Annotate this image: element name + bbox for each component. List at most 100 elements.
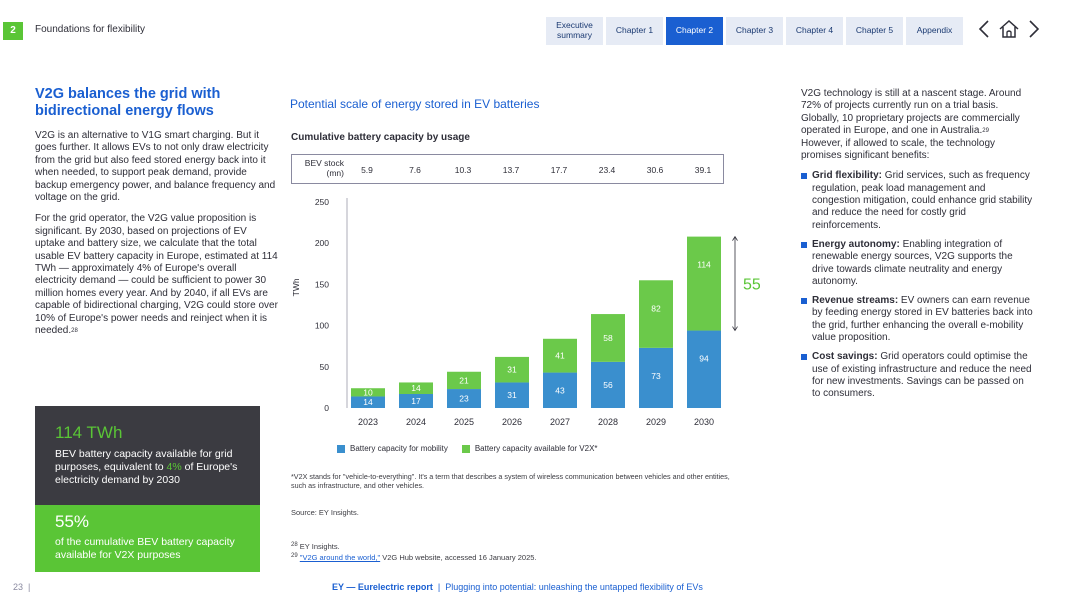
- footer-title: EY — Eurelectric report | Plugging into …: [332, 582, 703, 592]
- data-label-v2x: 114: [697, 260, 711, 270]
- bullet-title: Grid flexibility:: [812, 170, 883, 182]
- x-tick-label: 2029: [646, 417, 666, 427]
- paragraph-1: V2G is an alternative to V1G smart charg…: [35, 130, 276, 204]
- bev-stock-value: 17.7: [550, 165, 568, 175]
- stat-highlight: 4%: [166, 461, 182, 473]
- page-header: 2 Foundations for flexibility Executive …: [0, 0, 1080, 62]
- bev-stock-value: 10.3: [454, 165, 472, 175]
- bev-stock-row: BEV stock (mn) 5.9 7.6 10.3 13.7 17.7 23.4 30.…: [291, 154, 724, 184]
- chart-title: Potential scale of energy stored in EV b…: [290, 97, 540, 111]
- footnote-ref-29[interactable]: 29: [982, 128, 989, 134]
- tab-appendix[interactable]: Appendix: [906, 17, 963, 45]
- paragraph-2-text: For the grid operator, the V2G value pro…: [35, 213, 278, 337]
- stat-value-twh: 114 TWh: [55, 423, 123, 442]
- bullet-title: Revenue streams:: [812, 295, 899, 307]
- bev-stock-value: 23.4: [598, 165, 616, 175]
- y-tick-label: 200: [315, 238, 329, 248]
- bev-stock-value: 39.1: [694, 165, 712, 175]
- y-tick-label: 250: [315, 197, 329, 207]
- stat-box-percent: 55% of the cumulative BEV battery capaci…: [35, 505, 260, 572]
- right-intro: V2G technology is still at a nascent sta…: [801, 88, 1033, 162]
- section-heading: V2G balances the grid with bidirectional…: [35, 86, 221, 119]
- bev-stock-value: 5.9: [361, 165, 373, 175]
- footnote-ref-28[interactable]: 28: [71, 328, 78, 334]
- bullet-title: Cost savings:: [812, 351, 878, 363]
- legend-item-v2x: Battery capacity available for V2X*: [461, 444, 598, 453]
- chart-note: *V2X stands for "vehicle-to-everything".…: [291, 472, 730, 490]
- percent-callout: 55%: [743, 277, 760, 294]
- data-label-v2x: 21: [459, 375, 469, 385]
- bev-stock-label: BEV stock (mn): [304, 158, 344, 178]
- tab-chapter-4[interactable]: Chapter 4: [786, 17, 843, 45]
- data-label-v2x: 10: [363, 387, 373, 397]
- y-tick-label: 150: [315, 279, 329, 289]
- footnote-29-link[interactable]: "V2G around the world,": [300, 553, 380, 562]
- stat-box-twh: 114 TWh BEV battery capacity available f…: [35, 406, 260, 505]
- x-tick-label: 2024: [406, 417, 426, 427]
- page-number-value: 23: [13, 582, 24, 592]
- paragraph-2: For the grid operator, the V2G value pro…: [35, 213, 278, 337]
- data-label-v2x: 14: [411, 383, 421, 393]
- stacked-bar-chart: 050100150200250TWh1410202317142024232120…: [291, 197, 760, 427]
- bullet-revenue-streams: Revenue streams: EV owners can earn reve…: [801, 295, 1033, 344]
- x-tick-label: 2030: [694, 417, 714, 427]
- y-tick-label: 0: [324, 403, 329, 413]
- stat-text-percent: of the cumulative BEV battery capacity a…: [55, 536, 235, 561]
- bar-v2x: [687, 236, 721, 331]
- x-tick-label: 2027: [550, 417, 570, 427]
- section-title: Foundations for flexibility: [35, 24, 146, 35]
- x-tick-label: 2023: [358, 417, 378, 427]
- bev-stock-value: 7.6: [409, 165, 421, 175]
- y-axis-label: TWh: [291, 278, 301, 296]
- x-tick-label: 2025: [454, 417, 474, 427]
- data-label-mobility: 31: [507, 390, 517, 400]
- tab-chapter-5[interactable]: Chapter 5: [846, 17, 903, 45]
- footnote-28-text: EY Insights.: [299, 542, 340, 551]
- chevron-left-icon[interactable]: [978, 19, 990, 44]
- stat-value-percent: 55%: [55, 512, 90, 531]
- data-label-mobility: 43: [555, 385, 565, 395]
- legend-label-v2x: Battery capacity available for V2X*: [474, 444, 598, 453]
- footnote-28-num: 28: [291, 542, 298, 548]
- right-intro-b: However, if allowed to scale, the techno…: [801, 137, 995, 162]
- home-icon[interactable]: [998, 19, 1020, 44]
- y-tick-label: 50: [320, 362, 330, 372]
- page-number: 23 |: [13, 582, 31, 592]
- bullet-cost-savings: Cost savings: Grid operators could optim…: [801, 351, 1033, 400]
- chart-source: Source: EY Insights.: [291, 508, 359, 517]
- stat-text-twh: BEV battery capacity available for grid …: [55, 448, 240, 487]
- data-label-mobility: 56: [603, 380, 613, 390]
- bullet-square-icon: [801, 354, 807, 361]
- x-tick-label: 2026: [502, 417, 522, 427]
- tab-chapter-3[interactable]: Chapter 3: [726, 17, 783, 45]
- chevron-right-icon[interactable]: [1028, 19, 1040, 44]
- legend-swatch-mobility: [337, 444, 345, 453]
- bullet-energy-autonomy: Energy autonomy: Enabling integration of…: [801, 239, 1033, 288]
- chart-subtitle: Cumulative battery capacity by usage: [291, 132, 470, 143]
- footnote-29-num: 29: [291, 553, 298, 559]
- tab-chapter-2[interactable]: Chapter 2: [666, 17, 723, 45]
- tab-chapter-1[interactable]: Chapter 1: [606, 17, 663, 45]
- bullet-grid-flexibility: Grid flexibility: Grid services, such as…: [801, 170, 1033, 231]
- tab-executive-summary[interactable]: Executive summary: [546, 17, 603, 45]
- legend-label-mobility: Battery capacity for mobility: [350, 444, 448, 453]
- bev-stock-value: 30.6: [646, 165, 664, 175]
- section-number: 2: [3, 22, 23, 40]
- data-label-v2x: 41: [555, 351, 565, 361]
- page-footer: 23 | EY — Eurelectric report | Plugging …: [0, 580, 1080, 598]
- footnote-28: 28 EY Insights.: [291, 542, 340, 551]
- legend-item-mobility: Battery capacity for mobility: [337, 444, 448, 453]
- legend-swatch-v2x: [461, 444, 470, 453]
- y-tick-label: 100: [315, 321, 329, 331]
- bullet-square-icon: [801, 173, 807, 180]
- data-label-v2x: 82: [651, 303, 661, 313]
- data-label-mobility: 94: [699, 354, 709, 364]
- bar-mobility: [687, 330, 721, 408]
- x-tick-label: 2028: [598, 417, 618, 427]
- left-column: V2G balances the grid with bidirectional…: [35, 86, 278, 347]
- data-label-v2x: 31: [507, 365, 517, 375]
- data-label-mobility: 14: [363, 397, 373, 407]
- bev-stock-value: 13.7: [502, 165, 520, 175]
- footer-report-title: Plugging into potential: unleashing the …: [445, 582, 703, 592]
- footer-report-name: EY — Eurelectric report: [332, 582, 433, 592]
